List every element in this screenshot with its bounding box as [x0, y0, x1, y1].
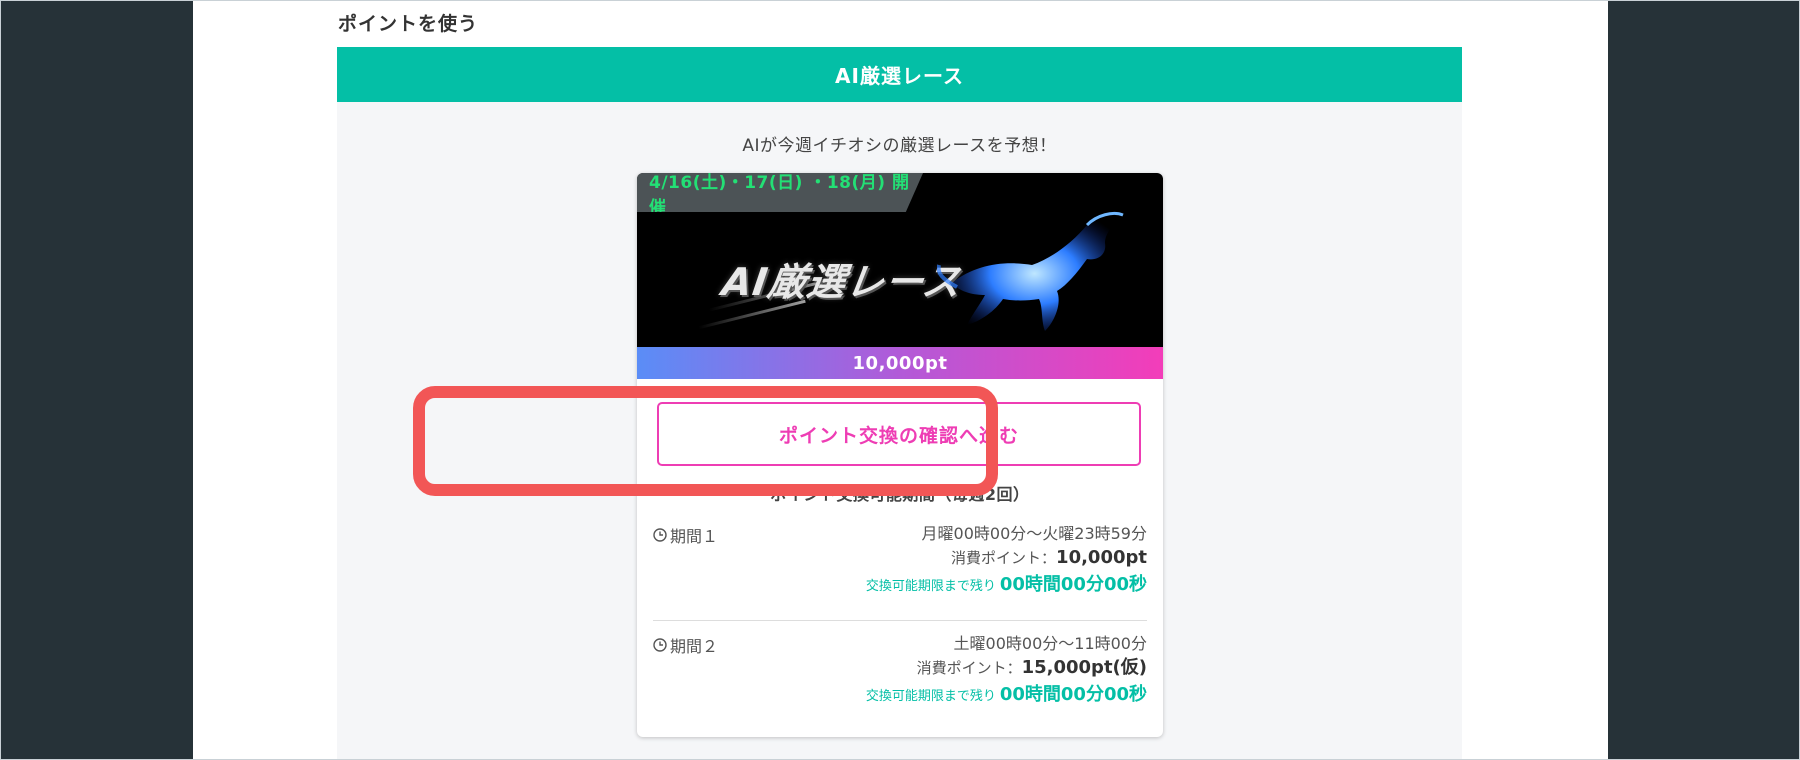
race-card: 4/16(土)・17(日) ・18(月) 開催 AI厳選レース 10,000pt… [637, 173, 1163, 737]
period-name: 期間１ [670, 527, 719, 546]
hero-title: AI厳選レース [719, 260, 965, 304]
cta-container: ポイント交換の確認へ進む [637, 379, 1163, 479]
period-details-2: 土曜00時00分〜11時00分 消費ポイント：15,000pt(仮) 交換可能期… [866, 633, 1147, 711]
period-time: 月曜00時00分〜火曜23時59分 [921, 524, 1147, 543]
date-tag: 4/16(土)・17(日) ・18(月) 開催 [637, 173, 923, 212]
period-row-1: 期間１ 月曜00時00分〜火曜23時59分 消費ポイント：10,000pt 交換… [653, 523, 1147, 620]
banner-title: AI厳選レース [835, 64, 964, 88]
period-label-1: 期間１ [653, 523, 718, 547]
main-content: ポイントを使う AI厳選レース AIが今週イチオシの厳選レースを予想！ 4/16… [193, 1, 1608, 759]
cost-label: 消費ポイント： [916, 659, 1022, 677]
proceed-exchange-button[interactable]: ポイント交換の確認へ進む [657, 402, 1141, 466]
right-sidebar [1608, 1, 1799, 759]
price-label: 10,000pt [852, 352, 948, 374]
price-bar: 10,000pt [637, 347, 1163, 379]
left-sidebar [1, 1, 193, 759]
period-cost: 消費ポイント：15,000pt(仮) [866, 655, 1147, 681]
ai-race-panel: AI厳選レース AIが今週イチオシの厳選レースを予想！ 4/16(土)・17(日… [337, 47, 1462, 759]
period-label-2: 期間２ [653, 633, 718, 657]
clock-icon [653, 528, 667, 542]
cost-value: 10,000pt [1056, 547, 1147, 568]
remain-value: 00時間00分00秒 [999, 574, 1147, 595]
lead-text: AIが今週イチオシの厳選レースを予想！ [742, 136, 1057, 156]
remain-label: 交換可能期限まで残り [865, 689, 996, 704]
period-row-2: 期間２ 土曜00時00分〜11時00分 消費ポイント：15,000pt(仮) 交… [653, 620, 1147, 718]
period-remaining: 交換可能期限まで残り 00時間00分00秒 [866, 571, 1147, 601]
panel-banner: AI厳選レース [337, 47, 1462, 102]
period-remaining: 交換可能期限まで残り 00時間00分00秒 [866, 681, 1147, 711]
section-title: ポイントを使う [338, 13, 479, 35]
period-name: 期間２ [670, 637, 719, 656]
period-cost: 消費ポイント：10,000pt [866, 545, 1147, 571]
cost-label: 消費ポイント： [951, 549, 1057, 567]
period-time: 土曜00時00分〜11時00分 [953, 634, 1147, 653]
period-details-1: 月曜00時00分〜火曜23時59分 消費ポイント：10,000pt 交換可能期限… [866, 523, 1147, 601]
hero-image: 4/16(土)・17(日) ・18(月) 開催 AI厳選レース [637, 173, 1163, 347]
remain-value: 00時間00分00秒 [999, 684, 1147, 705]
period-title: ポイント交換可能期間（毎週2回） [770, 485, 1030, 504]
remain-label: 交換可能期限まで残り [865, 579, 996, 594]
blue-flame-horse-icon [937, 211, 1124, 331]
clock-icon [653, 638, 667, 652]
cost-value: 15,000pt(仮) [1021, 657, 1147, 678]
